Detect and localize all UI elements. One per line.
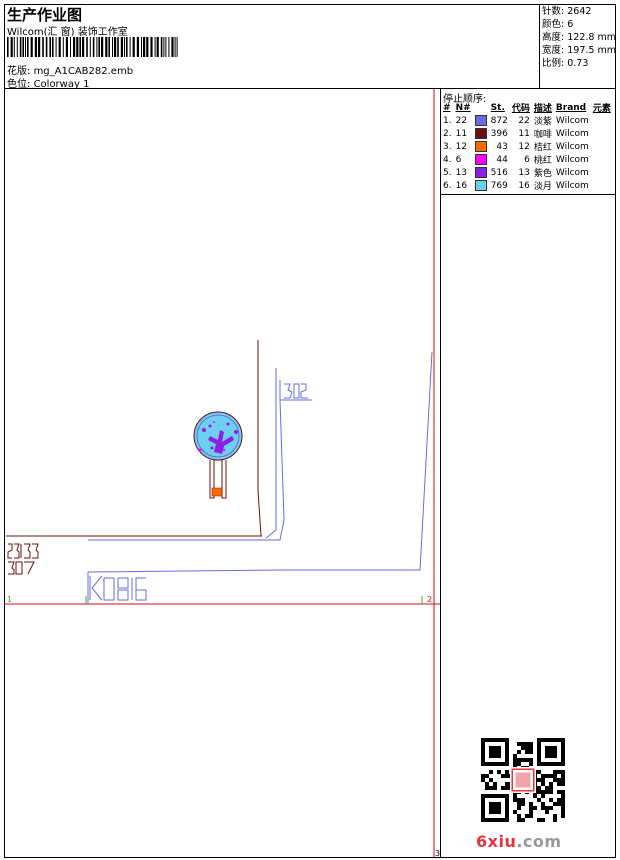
table-row: 4. 6 44 6 桃红 Wilcom bbox=[442, 153, 614, 166]
row-desc: 咖啡 bbox=[533, 130, 552, 140]
color-swatch-icon bbox=[474, 154, 487, 165]
color-sequence-table: # N# St. 代码 描述 Brand 元素 1. 22 872 22 淡紫 Wilco… bbox=[442, 101, 614, 193]
site-watermark: 6xiu.com bbox=[476, 832, 562, 851]
row-desc: 桔红 bbox=[533, 143, 552, 153]
row-needle: 11 bbox=[455, 128, 468, 139]
table-row: 3. 12 43 12 桔红 Wilcom bbox=[442, 140, 614, 153]
table-row: 2. 11 396 11 咖啡 Wilcom bbox=[442, 127, 614, 140]
marker-right: 2 bbox=[427, 595, 432, 604]
row-needle: 12 bbox=[455, 141, 468, 152]
color-swatch-icon bbox=[474, 115, 487, 126]
row-stitches: 43 bbox=[496, 141, 508, 152]
color-swatch bbox=[474, 179, 490, 192]
row-brand: Wilcom bbox=[555, 180, 589, 191]
row-needle: 22 bbox=[455, 115, 468, 126]
row-needle: 13 bbox=[455, 167, 468, 178]
stitch-label-bottom bbox=[89, 575, 147, 601]
row-stitches: 769 bbox=[490, 180, 508, 191]
row-index: 1. bbox=[443, 115, 452, 126]
row-brand: Wilcom bbox=[555, 167, 589, 178]
design-canvas: 1 2 3 bbox=[4, 89, 440, 858]
row-element bbox=[592, 179, 614, 192]
row-code: 6 bbox=[524, 154, 530, 165]
row-desc: 淡紫 bbox=[533, 117, 552, 127]
table-header: # N# St. 代码 描述 Brand 元素 bbox=[443, 102, 611, 115]
row-index: 4. bbox=[443, 154, 452, 165]
row-desc: 淡月 bbox=[533, 182, 552, 192]
row-stitches: 872 bbox=[490, 115, 508, 126]
row-stitches: 396 bbox=[490, 128, 508, 139]
row-index: 2. bbox=[443, 128, 452, 139]
table-row: 5. 13 516 13 紫色 Wilcom bbox=[442, 166, 614, 179]
color-swatch-icon bbox=[474, 128, 487, 139]
qr-code bbox=[481, 738, 565, 822]
row-needle: 16 bbox=[455, 180, 468, 191]
panel-divider bbox=[440, 88, 441, 858]
lavender-stitch-path bbox=[87, 351, 433, 604]
color-swatch-icon bbox=[474, 180, 487, 191]
row-code: 22 bbox=[518, 115, 530, 126]
corner-marker: 3 bbox=[435, 849, 440, 858]
row-code: 16 bbox=[518, 180, 530, 191]
color-swatch-icon bbox=[474, 141, 487, 152]
color-swatch-icon bbox=[474, 167, 487, 178]
row-stitches: 44 bbox=[496, 154, 508, 165]
stitch-label-top bbox=[279, 380, 312, 401]
info-width: 宽度: 197.5 mm bbox=[542, 45, 616, 56]
stitch-label-left bbox=[7, 543, 39, 575]
color-swatch bbox=[474, 114, 490, 127]
row-code: 13 bbox=[518, 167, 530, 178]
row-element bbox=[592, 114, 614, 127]
info-divider bbox=[539, 4, 540, 88]
row-needle: 6 bbox=[455, 154, 462, 165]
row-brand: Wilcom bbox=[555, 141, 589, 152]
row-stitches: 516 bbox=[490, 167, 508, 178]
info-colors: 颜色: 6 bbox=[542, 19, 574, 30]
info-scale: 比例: 0.73 bbox=[542, 58, 589, 69]
row-element bbox=[592, 127, 614, 140]
row-brand: Wilcom bbox=[555, 128, 589, 139]
table-row: 1. 22 872 22 淡紫 Wilcom bbox=[442, 114, 614, 127]
row-code: 12 bbox=[518, 141, 530, 152]
tree-motif bbox=[193, 411, 243, 497]
color-swatch bbox=[474, 140, 490, 153]
row-element bbox=[592, 166, 614, 179]
row-desc: 紫色 bbox=[533, 169, 552, 179]
page-title: 生产作业图 bbox=[7, 6, 83, 24]
company-name: Wilcom(汇 窗) 装饰工作室 bbox=[7, 27, 128, 38]
info-height: 高度: 122.8 mm bbox=[542, 32, 616, 43]
row-index: 6. bbox=[443, 180, 452, 191]
color-swatch bbox=[474, 127, 490, 140]
row-code: 11 bbox=[518, 128, 530, 139]
row-index: 3. bbox=[443, 141, 452, 152]
row-element bbox=[592, 153, 614, 166]
row-index: 5. bbox=[443, 167, 452, 178]
table-row: 6. 16 769 16 淡月 Wilcom bbox=[442, 179, 614, 192]
row-brand: Wilcom bbox=[555, 154, 589, 165]
panel-table-divider bbox=[440, 194, 616, 195]
row-element bbox=[592, 140, 614, 153]
info-stitches: 针数: 2642 bbox=[542, 6, 592, 17]
marker-left: 1 bbox=[7, 595, 12, 604]
row-desc: 桃红 bbox=[533, 156, 552, 166]
color-swatch bbox=[474, 166, 490, 179]
colorway-line: 色位: Colorway 1 bbox=[7, 75, 89, 90]
barcode bbox=[7, 37, 178, 57]
row-brand: Wilcom bbox=[555, 115, 589, 126]
color-swatch bbox=[474, 153, 490, 166]
